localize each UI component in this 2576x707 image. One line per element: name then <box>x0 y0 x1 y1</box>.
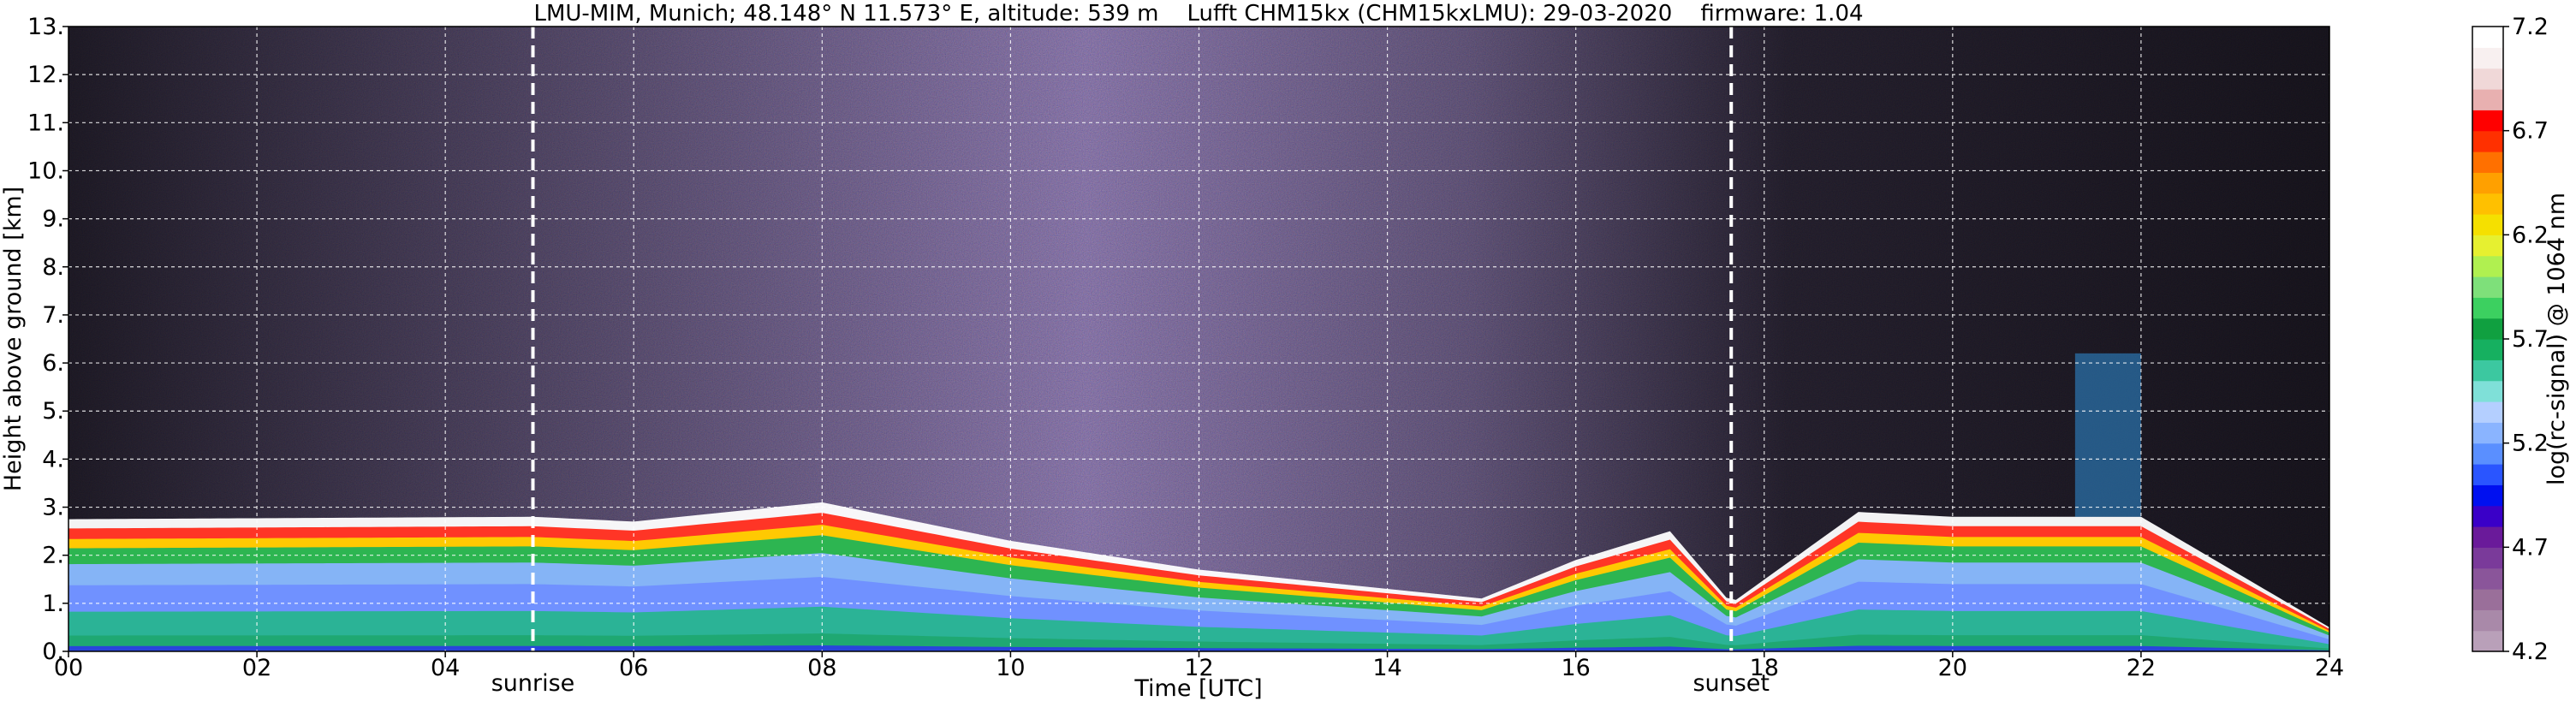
colorbar-swatch <box>2472 401 2503 423</box>
y-tick-label: 1. <box>42 591 64 617</box>
y-tick-label: 4. <box>42 446 64 472</box>
y-axis-ticks: 0. 1. 2. 3. 4. 5. 6. 7. 8. 9. 10. 11. 12. 13. <box>27 14 68 665</box>
colorbar-tick-label: 6.7 <box>2512 118 2549 145</box>
x-tick-label: 10 <box>996 655 1025 681</box>
plot-area <box>68 27 2329 651</box>
y-tick-label: 12. <box>27 62 64 88</box>
colorbar-swatch <box>2472 339 2503 360</box>
colorbar <box>2472 27 2503 652</box>
colorbar-swatch <box>2472 526 2503 548</box>
colorbar-swatch <box>2472 89 2503 110</box>
y-tick-label: 6. <box>42 350 64 377</box>
y-tick-label: 11. <box>27 110 64 136</box>
colorbar-swatch <box>2472 609 2503 632</box>
colorbar-swatch <box>2472 130 2503 152</box>
colorbar-swatch <box>2472 255 2503 277</box>
colorbar-swatch <box>2472 110 2503 132</box>
x-tick-label: 24 <box>2315 655 2344 681</box>
y-tick-label: 2. <box>42 543 64 569</box>
y-tick-label: 10. <box>27 157 64 184</box>
colorbar-swatch <box>2472 47 2503 69</box>
colorbar-swatch <box>2472 589 2503 610</box>
y-tick-label: 7. <box>42 302 64 329</box>
colorbar-swatch <box>2472 547 2503 569</box>
x-tick-label: 16 <box>1561 655 1590 681</box>
colorbar-tick-label: 4.2 <box>2512 639 2549 665</box>
x-tick-label: 04 <box>431 655 460 681</box>
x-tick-label: 14 <box>1372 655 1401 681</box>
y-tick-label: 0. <box>42 639 64 665</box>
colorbar-swatch <box>2472 567 2503 590</box>
y-axis-label: Height above ground [km] <box>0 187 27 491</box>
y-tick-label: 5. <box>42 398 64 425</box>
y-tick-label: 9. <box>42 206 64 233</box>
colorbar-swatch <box>2472 214 2503 235</box>
y-tick-label: 13. <box>27 14 64 40</box>
colorbar-swatch <box>2472 443 2503 465</box>
x-tick-label: 18 <box>1750 655 1779 681</box>
colorbar-label: log(rc-signal) @ 1064 nm <box>2543 193 2570 485</box>
chart-title: LMU-MIM, Munich; 48.148° N 11.573° E, al… <box>533 1 1863 27</box>
colorbar-swatch <box>2472 359 2503 382</box>
colorbar-swatch <box>2472 235 2503 257</box>
x-tick-label: 06 <box>619 655 648 681</box>
colorbar-swatch <box>2472 422 2503 444</box>
colorbar-swatch <box>2472 505 2503 527</box>
colorbar-swatch <box>2472 484 2503 507</box>
x-tick-label: 22 <box>2127 655 2156 681</box>
x-tick-label: 08 <box>807 655 836 681</box>
colorbar-swatch <box>2472 297 2503 319</box>
x-tick-label: 02 <box>242 655 271 681</box>
colorbar-swatch <box>2472 152 2503 173</box>
y-tick-label: 3. <box>42 495 64 521</box>
colorbar-swatch <box>2472 68 2503 90</box>
lidar-quicklook-figure: sunrise sunset 00 02 04 06 08 10 12 14 16 18 20 22 24… <box>0 1 2570 702</box>
colorbar-swatch <box>2472 193 2503 215</box>
colorbar-swatch <box>2472 318 2503 340</box>
colorbar-swatch <box>2472 172 2503 194</box>
colorbar-swatch <box>2472 380 2503 402</box>
colorbar-swatch <box>2472 630 2503 652</box>
colorbar-swatch <box>2472 464 2503 485</box>
colorbar-tick-label: 7.2 <box>2512 14 2549 40</box>
colorbar-ticks: 4.24.75.25.76.26.77.2 <box>2503 14 2549 665</box>
x-axis-label: Time [UTC] <box>1133 675 1262 702</box>
y-tick-label: 8. <box>42 254 64 281</box>
x-tick-label: 20 <box>1938 655 1967 681</box>
marker-label-sunrise: sunrise <box>491 670 575 697</box>
colorbar-tick-label: 4.7 <box>2512 534 2549 561</box>
colorbar-swatch <box>2472 276 2503 298</box>
colorbar-swatch <box>2472 27 2503 48</box>
cloud-plume <box>2074 353 2141 517</box>
